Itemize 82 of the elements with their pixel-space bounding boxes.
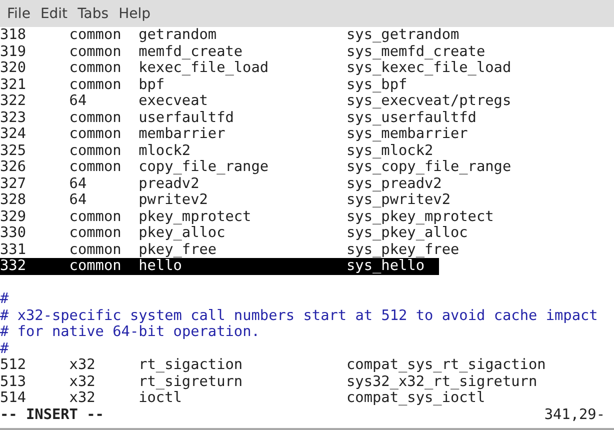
syscall-number: 319 (0, 44, 27, 60)
entry-point-text: sys_hello (346, 258, 424, 274)
code-comment: # for native 64-bit operation. (0, 324, 260, 340)
code-comment: # (0, 291, 9, 308)
abi-text: common (69, 242, 122, 258)
entry-point-text: sys_kexec_file_load (346, 60, 512, 76)
abi-text: common (69, 126, 122, 142)
entry-point-text: sys_bpf (346, 76, 408, 93)
entry-point-text: sys_pwritev2 (346, 192, 450, 208)
syscall-name: execveat (138, 93, 209, 110)
menu-item[interactable]: File (2, 6, 36, 22)
abi-text: common (69, 159, 122, 176)
syscall-number: 328 (0, 192, 27, 208)
code-comment: # x32-specific system call numbers start at 512 to avoid cache impact (0, 308, 598, 324)
syscall-name: getrandom (138, 27, 218, 44)
syscall-name: memfd_create (138, 44, 244, 60)
syscall-name: rt_sigreturn (138, 374, 244, 390)
syscall-name: ioctl (138, 390, 183, 406)
syscall-name: copy_file_range (138, 159, 270, 176)
abi-text: common (69, 225, 122, 242)
syscall-number: 321 (0, 76, 27, 93)
syscall-number: 322 (0, 93, 27, 110)
syscall-name: hello (138, 258, 183, 274)
menu-item[interactable]: Help (114, 6, 156, 22)
syscall-number: 327 (0, 176, 27, 192)
abi-text: common (69, 44, 122, 60)
menu-item[interactable]: Tabs (72, 6, 114, 22)
syscall-name: mlock2 (138, 142, 192, 159)
syscall-number: 324 (0, 126, 27, 142)
entry-point-text: sys_pkey_mprotect (346, 208, 494, 225)
abi-text: common (69, 110, 122, 126)
entry-point-text: sys_preadv2 (346, 176, 442, 192)
abi-text: common (69, 208, 122, 225)
abi-text: 64 (69, 93, 88, 110)
syscall-number: 320 (0, 60, 27, 76)
abi-text: common (69, 60, 122, 76)
entry-point-text: compat_sys_ioctl (346, 390, 486, 406)
entry-point-text: sys_pkey_alloc (346, 225, 468, 242)
syscall-number: 331 (0, 242, 27, 258)
entry-point-text: sys_membarrier (346, 126, 468, 142)
syscall-name: pkey_free (138, 242, 218, 258)
abi-text: 64 (69, 192, 88, 208)
entry-point-text: sys_execveat/ptregs (346, 93, 512, 110)
abi-text: x32 (69, 390, 96, 406)
abi-text: 64 (69, 176, 88, 192)
syscall-name: bpf (138, 76, 166, 93)
syscall-number: 514 (0, 390, 27, 406)
entry-point-text: sys_getrandom (346, 27, 460, 44)
abi-text: common (69, 142, 122, 159)
syscall-number: 326 (0, 159, 27, 176)
code-comment: # (0, 340, 9, 357)
syscall-name: rt_sigaction (138, 357, 244, 374)
entry-point-text: compat_sys_rt_sigaction (346, 357, 546, 374)
syscall-number: 325 (0, 142, 27, 159)
abi-text: x32 (69, 374, 96, 390)
abi-text: common (69, 76, 122, 93)
syscall-name: pwritev2 (138, 192, 209, 208)
syscall-number: 329 (0, 208, 27, 225)
entry-point-text: sys_userfaultfd (346, 110, 476, 126)
abi-text: common (69, 258, 122, 274)
syscall-number: 318 (0, 27, 27, 44)
syscall-name: pkey_mprotect (138, 208, 252, 225)
syscall-number: 332 (0, 258, 27, 274)
entry-point-text: sys_mlock2 (346, 142, 434, 159)
entry-point-text: sys_memfd_create (346, 44, 486, 60)
syscall-name: membarrier (138, 126, 226, 142)
entry-point-text: sys32_x32_rt_sigreturn (346, 374, 538, 390)
syscall-name: pkey_alloc (138, 225, 226, 242)
entry-point-text: sys_copy_file_range (346, 159, 512, 176)
cursor-position: 341,29- (544, 406, 605, 423)
syscall-number: 323 (0, 110, 27, 126)
syscall-name: preadv2 (138, 176, 200, 192)
syscall-number: 513 (0, 374, 27, 390)
menu-item[interactable]: Edit (35, 6, 73, 22)
abi-text: x32 (69, 357, 96, 374)
syscall-name: kexec_file_load (138, 60, 270, 76)
mode-indicator: -- INSERT -- (0, 406, 104, 423)
syscall-number: 512 (0, 357, 27, 374)
abi-text: common (69, 27, 122, 44)
entry-point-text: sys_pkey_free (346, 242, 460, 258)
syscall-number: 330 (0, 225, 27, 242)
syscall-name: userfaultfd (138, 110, 235, 126)
